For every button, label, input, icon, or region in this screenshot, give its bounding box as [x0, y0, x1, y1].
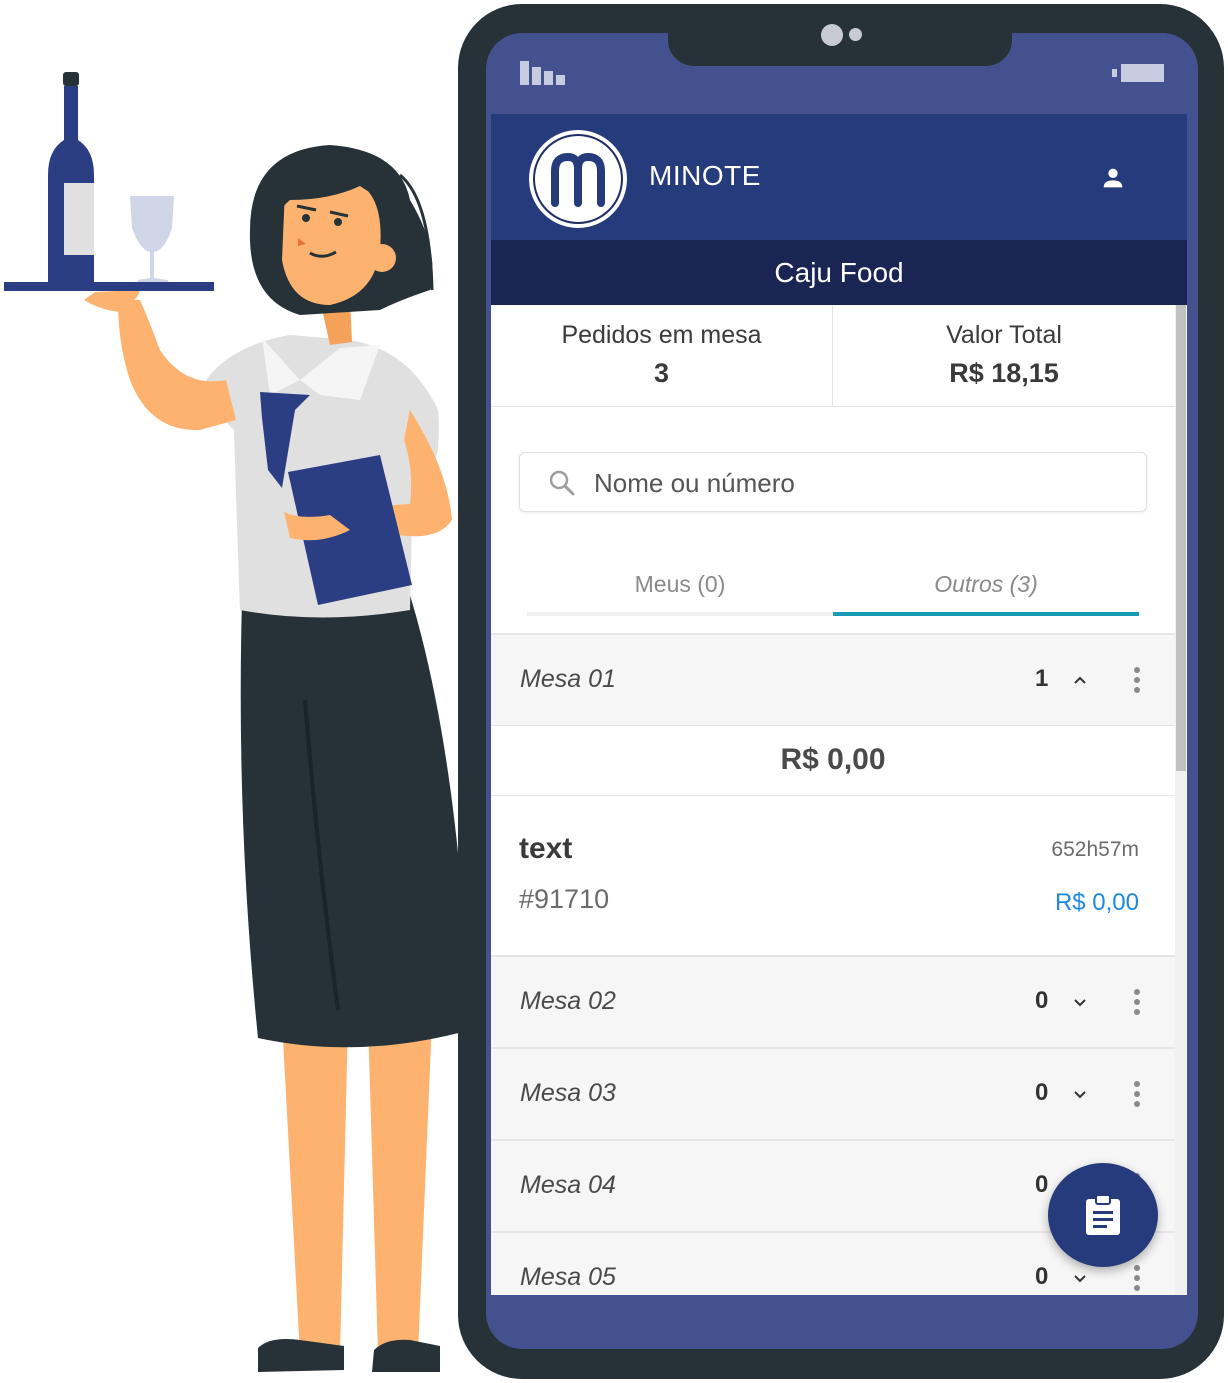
app-logo [529, 130, 627, 228]
search-input[interactable] [594, 463, 1124, 503]
restaurant-name: Caju Food [491, 240, 1187, 305]
table-count: 0 [1035, 1171, 1049, 1198]
chevron-down-icon[interactable] [1071, 1085, 1089, 1103]
search-box [519, 452, 1147, 512]
table-count: 1 [1035, 665, 1049, 692]
table-row[interactable]: Mesa 01 1 [491, 633, 1175, 725]
battery-icon [1112, 64, 1164, 82]
order-item[interactable]: text #91710 652h57m R$ 0,00 [491, 795, 1175, 955]
stats-panel: Pedidos em mesa 3 Valor Total R$ 18,15 [491, 305, 1175, 407]
orders-stat: Pedidos em mesa 3 [491, 305, 833, 407]
clipboard-icon [1086, 1194, 1120, 1235]
table-count: 0 [1035, 1079, 1049, 1106]
orders-value: 3 [653, 358, 670, 388]
table-row[interactable]: Mesa 02 0 [491, 955, 1175, 1047]
app-screen: MINOTE Caju Food Pedidos em mesa 3 Valor… [491, 114, 1187, 1295]
total-label: Valor Total [946, 321, 1062, 349]
tabs: Meus (0) Outros (3) [527, 554, 1139, 616]
order-price: R$ 0,00 [1054, 889, 1139, 916]
new-order-fab[interactable] [1048, 1163, 1158, 1267]
table-name: Mesa 01 [520, 665, 616, 693]
table-name: Mesa 02 [520, 987, 616, 1015]
table-count: 0 [1035, 1263, 1049, 1290]
waitress-illustration [4, 72, 470, 1372]
total-stat: Valor Total R$ 18,15 [833, 305, 1175, 407]
camera-dot [821, 24, 843, 46]
scrollbar[interactable] [1175, 305, 1187, 1295]
app-title: MINOTE [649, 160, 761, 191]
tab-meus[interactable]: Meus (0) [527, 554, 833, 616]
app-header: MINOTE [491, 114, 1187, 240]
order-time: 652h57m [1051, 838, 1139, 861]
table-name: Mesa 04 [520, 1171, 616, 1199]
tab-outros[interactable]: Outros (3) [833, 554, 1139, 616]
more-vert-icon[interactable] [1129, 987, 1145, 1017]
table-count: 0 [1035, 987, 1049, 1014]
chevron-up-icon[interactable] [1071, 671, 1089, 689]
camera-dot-small [849, 28, 862, 41]
more-vert-icon[interactable] [1129, 1079, 1145, 1109]
orders-label: Pedidos em mesa [561, 321, 762, 349]
signal-icon [520, 61, 576, 85]
scrollbar-thumb[interactable] [1176, 305, 1186, 771]
table-name: Mesa 05 [520, 1263, 616, 1291]
more-vert-icon[interactable] [1129, 1263, 1145, 1293]
table-name: Mesa 03 [520, 1079, 616, 1107]
order-name: text [519, 832, 573, 865]
total-value: R$ 18,15 [949, 358, 1059, 388]
search-icon [549, 470, 575, 496]
order-id: #91710 [519, 884, 610, 914]
m-logo-icon [551, 152, 605, 207]
table-row[interactable]: Mesa 03 0 [491, 1047, 1175, 1139]
chevron-down-icon[interactable] [1071, 993, 1089, 1011]
table-total: R$ 0,00 [491, 725, 1175, 795]
more-vert-icon[interactable] [1129, 665, 1145, 695]
chevron-down-icon[interactable] [1071, 1269, 1089, 1287]
user-icon[interactable] [1099, 164, 1127, 192]
